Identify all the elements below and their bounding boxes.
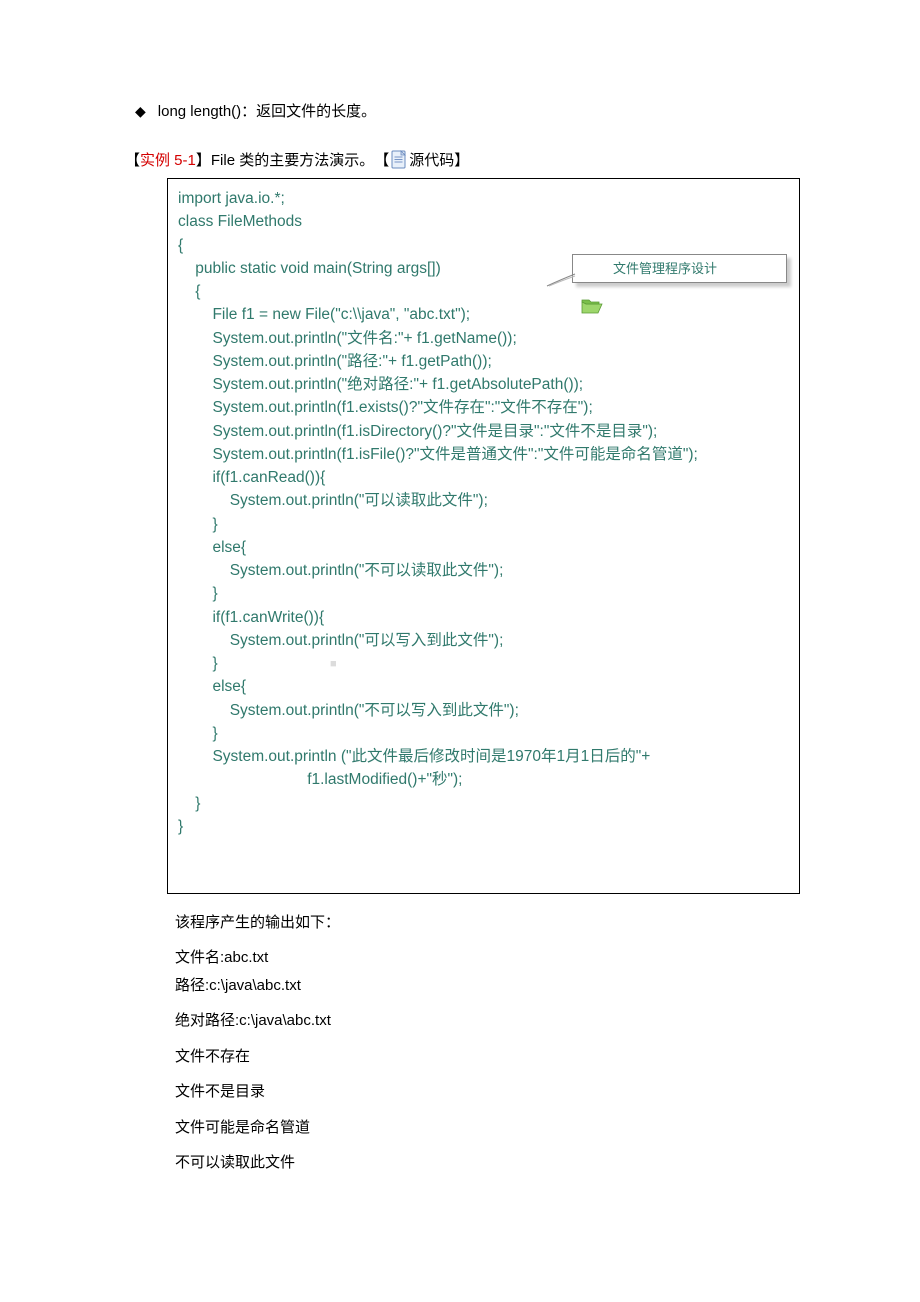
code-block: import java.io.*; class FileMethods { pu… (167, 178, 800, 894)
output-line: 文件不存在 (175, 1044, 800, 1070)
output-line: 文件可能是命名管道 (175, 1115, 800, 1141)
link-bracket-open: 【 (374, 149, 389, 170)
bullet-item: ◆ long length()：返回文件的长度。 (135, 100, 800, 121)
link-bracket-close: 】 (454, 149, 469, 170)
document-page: ◆ long length()：返回文件的长度。 【实例 5-1】File 类的… (0, 0, 920, 1246)
callout-text: 文件管理程序设计 (613, 259, 717, 279)
source-code-link[interactable]: 源代码 (409, 149, 454, 170)
output-line: 绝对路径:c:\java\abc.txt (175, 1008, 800, 1034)
example-heading: 【实例 5-1】File 类的主要方法演示。【 源代码】 (125, 149, 800, 170)
method-description: ：返回文件的长度。 (241, 103, 376, 120)
output-line: 文件名:abc.txt (175, 945, 800, 971)
bracket-open: 【 (125, 149, 140, 170)
output-line: 路径:c:\java\abc.txt (175, 973, 800, 999)
bullet-text: long length()：返回文件的长度。 (158, 100, 376, 121)
callout-tail-icon (545, 272, 577, 288)
bullet-diamond-icon: ◆ (135, 103, 146, 120)
output-line: 不可以读取此文件 (175, 1150, 800, 1176)
example-label: 实例 5-1 (140, 149, 196, 170)
bracket-close: 】 (196, 149, 211, 170)
output-line: 文件不是目录 (175, 1079, 800, 1105)
output-heading: 该程序产生的输出如下： (175, 910, 800, 936)
code-text: import java.io.*; class FileMethods { pu… (178, 190, 698, 835)
folder-open-icon (581, 259, 603, 277)
callout: 文件管理程序设计 (572, 207, 787, 330)
example-title: File 类的主要方法演示。 (211, 149, 374, 170)
method-signature: long length() (158, 103, 241, 120)
output-section: 该程序产生的输出如下： 文件名:abc.txt 路径:c:\java\abc.t… (175, 910, 800, 1176)
document-icon[interactable] (390, 150, 408, 170)
